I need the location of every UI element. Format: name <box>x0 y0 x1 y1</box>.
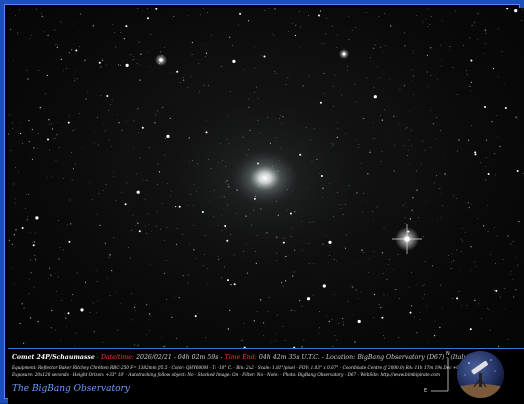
compass-east-label: E <box>424 388 427 394</box>
starfield-canvas <box>8 8 524 348</box>
exposure-line: Exposure: 20x120 seconds - Height Orizon… <box>12 372 440 377</box>
bright-star-2 <box>155 54 167 66</box>
image-frame: Comet 24P/Schaumasse - Date/time: 2026/0… <box>0 0 524 403</box>
caption-title-line: Comet 24P/Schaumasse - Date/time: 2026/0… <box>12 354 469 361</box>
bright-star <box>392 224 422 254</box>
caption-panel: Comet 24P/Schaumasse - Date/time: 2026/0… <box>8 348 524 404</box>
time-end-label: Time End: <box>225 354 257 361</box>
observatory-name: The BigBang Observatory <box>12 384 130 394</box>
equipment-line: Equipment: Reflector Baker Ritchey Chrét… <box>12 365 480 370</box>
comet-coma <box>231 150 299 206</box>
bright-star-3 <box>339 49 349 59</box>
observatory-telescope-icon <box>457 351 504 398</box>
date-time-value: 2026/02/21 - 04h 02m 59s - <box>136 354 222 361</box>
image-title: Comet 24P/Schaumasse <box>12 354 95 361</box>
compass-rose: N E <box>421 351 451 399</box>
starfield-photo <box>8 8 524 348</box>
location-label: Location: <box>326 354 355 361</box>
location-value: BigBang Observatory (D67) - (Italy) <box>357 354 469 361</box>
date-time-label: - Date/time: <box>97 354 134 361</box>
time-end-value: 04h 42m 35s U.T.C. - <box>259 354 324 361</box>
